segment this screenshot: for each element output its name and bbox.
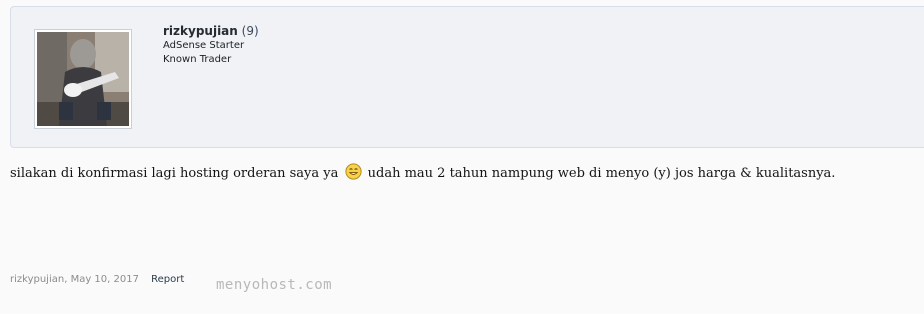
meta-date[interactable]: May 10, 2017	[71, 274, 139, 285]
report-link[interactable]: Report	[151, 274, 184, 285]
avatar[interactable]	[34, 29, 132, 129]
smile-emoji-icon	[344, 163, 362, 180]
meta-author-link[interactable]: rizkypujian	[10, 274, 64, 285]
message-text-before: silakan di konfirmasi lagi hosting order…	[10, 166, 339, 181]
user-details: rizkypujian (9) AdSense Starter Known Tr…	[163, 24, 259, 67]
message-meta: rizkypujian, May 10, 2017 Report	[10, 273, 184, 286]
username-line: rizkypujian (9)	[163, 24, 259, 39]
user-info-card: rizkypujian (9) AdSense Starter Known Tr…	[10, 6, 924, 148]
message-text-after: udah mau 2 tahun nampung web di menyo (y…	[367, 166, 836, 181]
trade-count[interactable]: (9)	[242, 24, 259, 38]
avatar-image	[37, 32, 129, 126]
user-title-adsense: AdSense Starter	[163, 40, 245, 51]
user-title-trader: Known Trader	[163, 54, 232, 65]
meta-separator: ,	[64, 274, 68, 285]
message-text: silakan di konfirmasi lagi hosting order…	[10, 163, 835, 183]
watermark-text: menyohost.com	[216, 277, 333, 293]
username-link[interactable]: rizkypujian	[163, 24, 238, 38]
